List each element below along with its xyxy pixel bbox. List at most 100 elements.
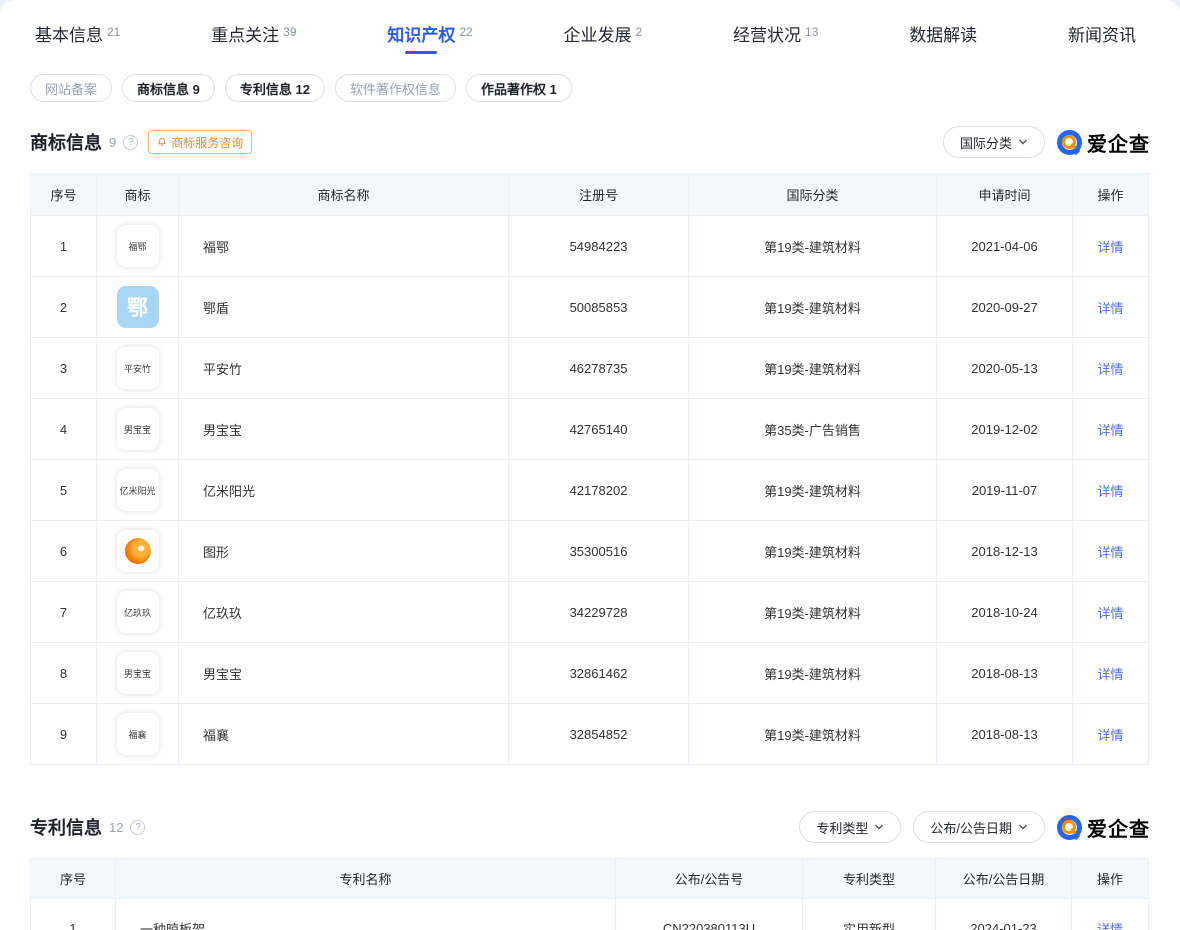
consult-button-label: 商标服务咨询 <box>171 134 243 151</box>
trademark-image[interactable]: 男宝宝 <box>117 652 159 694</box>
column-header: 商标名称 <box>179 174 509 216</box>
detail-link[interactable]: 详情 <box>1097 423 1123 438</box>
help-icon[interactable]: ? <box>130 820 145 835</box>
trademark-count: 9 <box>109 135 116 150</box>
trademark-image[interactable]: 男宝宝 <box>117 408 159 450</box>
date-cell: 2020-05-13 <box>937 338 1073 399</box>
tab-count: 13 <box>805 25 818 39</box>
column-header: 操作 <box>1073 174 1149 216</box>
tab-label: 重点关注 <box>211 21 279 46</box>
date-cell: 2018-12-13 <box>937 521 1073 582</box>
tab-0[interactable]: 基本信息21 <box>35 21 120 46</box>
chevron-down-icon <box>1018 137 1028 147</box>
trademark-row: 6图形35300516第19类-建筑材料2018-12-13详情 <box>31 521 1149 582</box>
mark-cell: 平安竹 <box>97 338 179 399</box>
trademark-image[interactable] <box>117 530 159 572</box>
patent-row: 1一种晾板架CN220380113U实用新型2024-01-23详情 <box>31 899 1149 930</box>
detail-link[interactable]: 详情 <box>1097 667 1123 682</box>
tab-4[interactable]: 经营状况13 <box>733 21 818 46</box>
mark-cell: 亿玖玖 <box>97 582 179 643</box>
trademark-image-text: 亿玖玖 <box>124 606 151 619</box>
name-cell: 亿米阳光 <box>179 460 509 521</box>
sub-pill-3[interactable]: 软件著作权信息 <box>335 74 456 102</box>
sub-pill-1[interactable]: 商标信息 9 <box>122 74 215 102</box>
name-cell: 福鄂 <box>179 216 509 277</box>
trademark-image-text: 鄂 <box>127 292 148 322</box>
patent-table-header: 序号专利名称公布/公告号专利类型公布/公告日期操作 <box>31 859 1149 899</box>
class-cell: 第35类-广告销售 <box>689 399 937 460</box>
sub-pill-2[interactable]: 专利信息 12 <box>225 74 325 102</box>
column-header: 序号 <box>31 174 97 216</box>
tab-6[interactable]: 新闻资讯 <box>1068 21 1136 46</box>
trademark-image[interactable]: 亿玖玖 <box>117 591 159 633</box>
column-header: 商标 <box>97 174 179 216</box>
date-cell: 2019-12-02 <box>937 399 1073 460</box>
tab-5[interactable]: 数据解读 <box>909 21 977 46</box>
tab-count: 39 <box>283 25 296 39</box>
chevron-down-icon <box>1018 822 1028 832</box>
trademark-image[interactable]: 亿米阳光 <box>117 469 159 511</box>
trademark-image[interactable]: 福鄂 <box>117 225 159 267</box>
help-icon[interactable]: ? <box>123 135 138 150</box>
patent-count: 12 <box>109 820 123 835</box>
trademark-section-header: 商标信息 9 ? 商标服务咨询 国际分类 爱企查 <box>30 126 1150 158</box>
patent-title: 专利信息 <box>30 814 102 840</box>
mark-cell <box>97 521 179 582</box>
serial-cell: 8 <box>31 643 97 704</box>
trademark-image[interactable]: 平安竹 <box>117 347 159 389</box>
serial-cell: 7 <box>31 582 97 643</box>
tab-label: 新闻资讯 <box>1068 21 1136 46</box>
sub-pill-4[interactable]: 作品著作权 1 <box>466 74 572 102</box>
reg-no-cell: 42178202 <box>509 460 689 521</box>
patent-type-filter[interactable]: 专利类型 <box>799 811 901 843</box>
tab-1[interactable]: 重点关注 39 <box>211 21 296 46</box>
date-cell: 2018-08-13 <box>937 643 1073 704</box>
sub-pill-0[interactable]: 网站备案 <box>30 74 112 102</box>
name-cell: 福襄 <box>179 704 509 765</box>
tab-label: 企业发展 <box>564 21 632 46</box>
detail-link[interactable]: 详情 <box>1097 362 1123 377</box>
serial-cell: 9 <box>31 704 97 765</box>
name-cell: 鄂盾 <box>179 277 509 338</box>
trademark-title: 商标信息 <box>30 129 102 155</box>
column-header: 操作 <box>1072 859 1149 899</box>
sub-tab-pills: 网站备案商标信息 9 专利信息 12 软件著作权信息作品著作权 1 <box>30 74 1180 102</box>
class-cell: 第19类-建筑材料 <box>689 643 937 704</box>
intl-class-filter[interactable]: 国际分类 <box>943 126 1045 158</box>
detail-link[interactable]: 详情 <box>1097 545 1123 560</box>
patent-date-filter[interactable]: 公布/公告日期 <box>913 811 1045 843</box>
pub-date-cell: 2024-01-23 <box>936 899 1072 930</box>
class-cell: 第19类-建筑材料 <box>689 460 937 521</box>
detail-link[interactable]: 详情 <box>1097 484 1123 499</box>
chevron-down-icon <box>874 822 884 832</box>
trademark-consult-button[interactable]: 商标服务咨询 <box>148 130 252 154</box>
aiqicha-logo: 爱企查 <box>1057 813 1150 842</box>
serial-cell: 1 <box>31 899 116 930</box>
name-cell: 男宝宝 <box>179 643 509 704</box>
action-cell: 详情 <box>1073 399 1149 460</box>
detail-link[interactable]: 详情 <box>1097 301 1123 316</box>
tab-label: 知识产权 <box>387 21 455 54</box>
detail-link[interactable]: 详情 <box>1097 728 1123 743</box>
patent-table: 序号专利名称公布/公告号专利类型公布/公告日期操作 1一种晾板架CN220380… <box>30 858 1149 930</box>
aiqicha-logo-icon <box>1057 130 1082 155</box>
bell-icon <box>157 137 167 147</box>
detail-link[interactable]: 详情 <box>1097 606 1123 621</box>
column-header: 公布/公告号 <box>616 859 803 899</box>
trademark-table: 序号商标商标名称注册号国际分类申请时间操作 1福鄂福鄂54984223第19类-… <box>30 173 1149 765</box>
trademark-row: 8男宝宝男宝宝32861462第19类-建筑材料2018-08-13详情 <box>31 643 1149 704</box>
column-header: 专利名称 <box>116 859 616 899</box>
detail-link[interactable]: 详情 <box>1097 240 1123 255</box>
detail-link[interactable]: 详情 <box>1097 922 1123 930</box>
action-cell: 详情 <box>1073 216 1149 277</box>
tab-3[interactable]: 企业发展2 <box>564 21 643 46</box>
trademark-row: 9福襄福襄32854852第19类-建筑材料2018-08-13详情 <box>31 704 1149 765</box>
mark-cell: 鄂 <box>97 277 179 338</box>
trademark-row: 4男宝宝男宝宝42765140第35类-广告销售2019-12-02详情 <box>31 399 1149 460</box>
pub-no-cell: CN220380113U <box>616 899 803 930</box>
trademark-image[interactable]: 福襄 <box>117 713 159 755</box>
trademark-image[interactable]: 鄂 <box>117 286 159 328</box>
serial-cell: 3 <box>31 338 97 399</box>
tab-2[interactable]: 知识产权22 <box>387 21 472 54</box>
mark-cell: 亿米阳光 <box>97 460 179 521</box>
